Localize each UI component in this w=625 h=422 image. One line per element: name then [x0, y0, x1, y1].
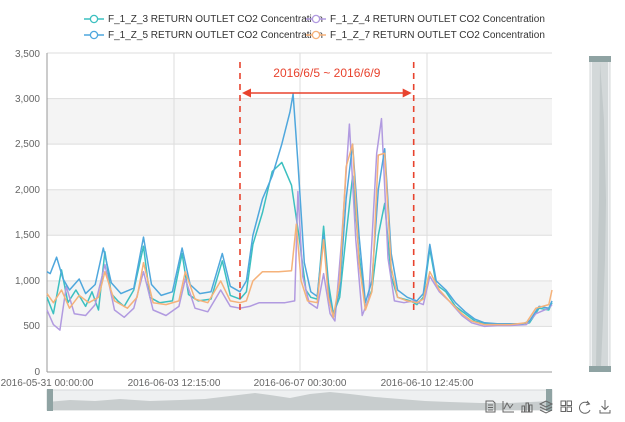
y-tick-label: 1,500	[15, 230, 40, 241]
x-axis: 2016-05-31 00:00:00 2016-06-03 12:15:00 …	[1, 378, 474, 389]
y-tick-label: 2,500	[15, 139, 40, 150]
arrow-right-head	[402, 88, 412, 98]
bottom-zoom-slider[interactable]	[46, 389, 553, 411]
y-tick-label: 0	[34, 367, 40, 378]
legend-item-f-1-z-4[interactable]: F_1_Z_4 RETURN OUTLET CO2 Concentration	[306, 14, 545, 25]
arrow-left-head	[241, 88, 251, 98]
zoom-handle-top[interactable]	[589, 56, 611, 62]
tiled-icon[interactable]	[560, 400, 572, 412]
legend: F_1_Z_3 RETURN OUTLET CO2 Concentration …	[84, 14, 545, 41]
co2-line-chart: 0 500 1,000 1,500 2,000 2,500 3,000 3,50…	[1, 14, 611, 414]
legend-label: F_1_Z_7 RETURN OUTLET CO2 Concentration	[330, 30, 545, 41]
right-zoom-slider[interactable]	[589, 56, 611, 372]
zoom-handle-bottom[interactable]	[589, 366, 611, 372]
x-tick-label: 2016-05-31 00:00:00	[1, 378, 94, 389]
y-tick-label: 2,000	[15, 185, 40, 196]
legend-item-f-1-z-7[interactable]: F_1_Z_7 RETURN OUTLET CO2 Concentration	[306, 30, 545, 41]
y-tick-label: 3,000	[15, 94, 40, 105]
y-tick-label: 500	[23, 321, 40, 332]
annotation-label: 2016/6/5 ~ 2016/6/9	[273, 66, 380, 80]
restore-icon[interactable]	[578, 400, 591, 414]
legend-item-f-1-z-3[interactable]: F_1_Z_3 RETURN OUTLET CO2 Concentration	[84, 14, 323, 25]
x-tick-label: 2016-06-03 12:15:00	[128, 378, 221, 389]
legend-item-f-1-z-5[interactable]: F_1_Z_5 RETURN OUTLET CO2 Concentration	[84, 30, 323, 41]
y-axis: 0 500 1,000 1,500 2,000 2,500 3,000 3,50…	[15, 49, 40, 378]
legend-label: F_1_Z_3 RETURN OUTLET CO2 Concentration	[108, 14, 323, 25]
zoom-handle-left[interactable]	[47, 389, 53, 411]
legend-label: F_1_Z_4 RETURN OUTLET CO2 Concentration	[330, 14, 545, 25]
y-tick-label: 3,500	[15, 49, 40, 60]
y-tick-label: 1,000	[15, 276, 40, 287]
x-tick-label: 2016-06-10 12:45:00	[381, 378, 474, 389]
x-tick-label: 2016-06-07 00:30:00	[254, 378, 347, 389]
legend-label: F_1_Z_5 RETURN OUTLET CO2 Concentration	[108, 30, 323, 41]
download-icon[interactable]	[599, 400, 611, 414]
